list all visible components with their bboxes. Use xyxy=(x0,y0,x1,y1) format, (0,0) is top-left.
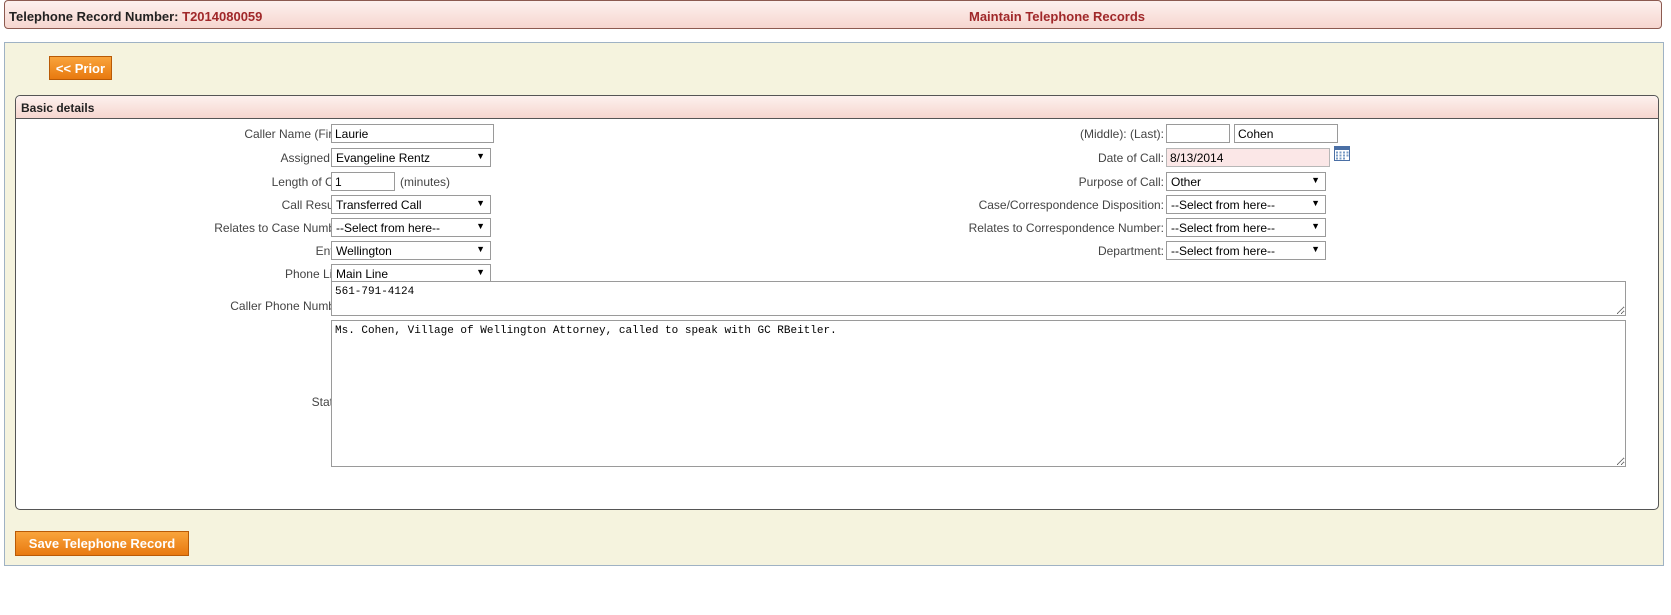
middle-last-label: (Middle): (Last): xyxy=(1079,127,1164,141)
caller-first-input[interactable] xyxy=(331,124,494,143)
main-panel: << Prior Basic details Caller Name (Firs… xyxy=(4,42,1664,566)
correspondence-number-label: Relates to Correspondence Number: xyxy=(968,221,1164,235)
record-number-label: Telephone Record Number: T2014080059 xyxy=(9,9,262,24)
save-telephone-record-button[interactable]: Save Telephone Record xyxy=(15,531,189,556)
call-results-value: Transferred Call xyxy=(336,198,422,212)
caller-middle-input[interactable] xyxy=(1166,124,1230,143)
record-header-bar: Telephone Record Number: T2014080059 Mai… xyxy=(4,0,1662,29)
entity-select[interactable]: Wellington ▼ xyxy=(331,241,491,260)
section-legend: Basic details xyxy=(16,96,1658,119)
case-number-select[interactable]: --Select from here-- ▼ xyxy=(331,218,491,237)
chevron-down-icon: ▼ xyxy=(1311,244,1320,254)
case-number-value: --Select from here-- xyxy=(336,221,441,235)
status-textarea[interactable]: Ms. Cohen, Village of Wellington Attorne… xyxy=(331,320,1626,467)
purpose-of-call-label: Purpose of Call: xyxy=(1078,175,1164,189)
minutes-unit: (minutes) xyxy=(400,175,451,189)
entity-value: Wellington xyxy=(336,244,392,258)
call-results-select[interactable]: Transferred Call ▼ xyxy=(331,195,491,214)
record-number: T2014080059 xyxy=(182,9,263,24)
chevron-down-icon: ▼ xyxy=(1311,175,1320,185)
department-value: --Select from here-- xyxy=(1171,244,1276,258)
page-title: Maintain Telephone Records xyxy=(969,9,1146,24)
date-of-call-label: Date of Call: xyxy=(1097,151,1164,165)
correspondence-number-select[interactable]: --Select from here-- ▼ xyxy=(1166,218,1326,237)
caller-phone-textarea[interactable]: 561-791-4124 xyxy=(331,281,1626,316)
length-of-call-input[interactable] xyxy=(331,172,395,191)
phone-line-value: Main Line xyxy=(336,267,389,281)
correspondence-number-value: --Select from here-- xyxy=(1171,221,1276,235)
caller-last-input[interactable] xyxy=(1234,124,1338,143)
assigned-to-select[interactable]: Evangeline Rentz ▼ xyxy=(331,148,491,167)
record-label-text: Telephone Record Number: xyxy=(9,9,179,24)
disposition-select[interactable]: --Select from here-- ▼ xyxy=(1166,195,1326,214)
chevron-down-icon: ▼ xyxy=(476,267,485,277)
prior-button[interactable]: << Prior xyxy=(49,56,112,80)
department-label: Department: xyxy=(1097,244,1164,258)
department-select[interactable]: --Select from here-- ▼ xyxy=(1166,241,1326,260)
date-of-call-input[interactable] xyxy=(1166,148,1330,167)
assigned-to-value: Evangeline Rentz xyxy=(336,151,431,165)
disposition-label: Case/Correspondence Disposition: xyxy=(978,198,1164,212)
chevron-down-icon: ▼ xyxy=(476,198,485,208)
basic-details-section: Basic details Caller Name (First): (Midd… xyxy=(15,95,1659,510)
chevron-down-icon: ▼ xyxy=(476,221,485,231)
chevron-down-icon: ▼ xyxy=(1311,198,1320,208)
purpose-value: Other xyxy=(1171,175,1202,189)
chevron-down-icon: ▼ xyxy=(476,151,485,161)
chevron-down-icon: ▼ xyxy=(476,244,485,254)
chevron-down-icon: ▼ xyxy=(1311,221,1320,231)
calendar-icon[interactable] xyxy=(1334,146,1350,161)
disposition-value: --Select from here-- xyxy=(1171,198,1276,212)
purpose-of-call-select[interactable]: Other ▼ xyxy=(1166,172,1326,191)
case-number-label: Relates to Case Number: xyxy=(214,221,349,235)
